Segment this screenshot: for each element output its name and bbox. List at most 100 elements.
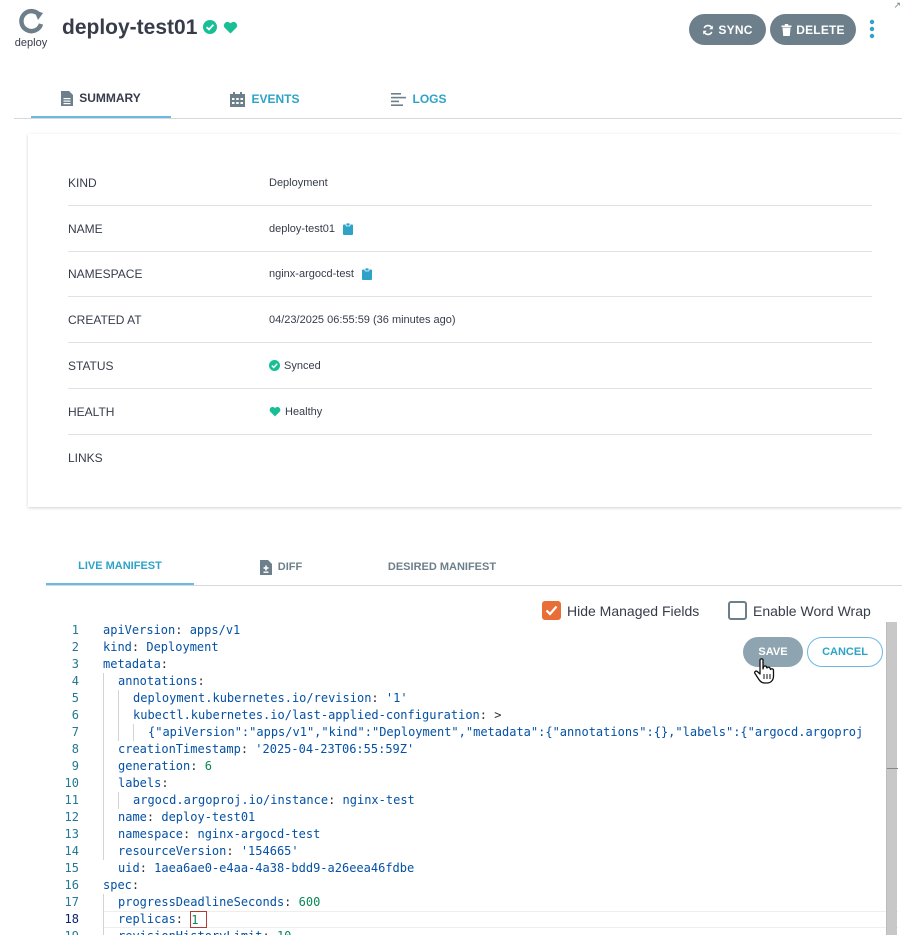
manifest-tabs: LIVE MANIFEST DIFF DESIRED MANIFEST [46, 549, 902, 586]
yaml-colon: : [371, 691, 386, 705]
word-wrap-checkbox[interactable] [728, 601, 747, 620]
code-line: kubectl.kubernetes.io/last-applied-confi… [133, 707, 501, 724]
line-number: 16 [64, 878, 79, 892]
summary-key: NAME [68, 221, 103, 236]
tab-summary[interactable]: SUMMARY [31, 80, 171, 118]
summary-key: CREATED AT [68, 312, 142, 327]
line-number: 10 [64, 776, 79, 790]
resource-header: deploy deploy-test01 SYNC DELETE ↗ [0, 0, 902, 60]
summary-row-created-at: CREATED AT 04/23/2025 06:55:59 (36 minut… [68, 297, 872, 343]
yaml-colon: : [175, 623, 190, 637]
synced-check-icon [269, 360, 280, 371]
yaml-colon: : [226, 844, 241, 858]
more-options-icon[interactable] [866, 18, 878, 40]
indent-guide [103, 894, 104, 935]
summary-row-name: NAME deploy-test01 [68, 206, 872, 252]
summary-card: KIND Deployment NAME deploy-test01 NAMES… [28, 134, 902, 507]
delete-button-label: DELETE [796, 22, 845, 37]
code-line: argocd.argoproj.io/instance: nginx-test [133, 792, 415, 809]
cancel-button-label: CANCEL [822, 646, 868, 658]
yaml-key: uid [118, 861, 140, 875]
tab-logs-label: LOGS [412, 92, 447, 106]
code-line: annotations: [118, 673, 205, 690]
tab-events-label: EVENTS [251, 92, 300, 106]
yaml-key: annotations [118, 674, 198, 688]
yaml-value: 1aea6ae0-e4aa-4a38-bdd9-a26eea46fdbe [154, 861, 415, 875]
yaml-key: revisionHistoryLimit [118, 929, 263, 935]
line-number: 1 [71, 623, 79, 637]
tab-summary-label: SUMMARY [79, 91, 141, 105]
tab-live-manifest-label: LIVE MANIFEST [78, 560, 162, 572]
line-number: 6 [71, 708, 79, 722]
clipboard-icon[interactable] [362, 267, 372, 280]
code-line: generation: 6 [118, 758, 212, 775]
summary-key: STATUS [68, 358, 114, 373]
healthy-heart-icon [223, 16, 238, 40]
hide-managed-fields-label: Hide Managed Fields [567, 602, 700, 619]
code-line: labels: [118, 775, 169, 792]
yaml-colon: : [139, 861, 155, 875]
summary-row-status: STATUS Synced [68, 343, 872, 389]
line-number-gutter: 12345678910111213141516171819 [28, 622, 88, 935]
yaml-value: deploy-test01 [161, 810, 256, 824]
hand-pointer-cursor-icon [754, 658, 775, 684]
cancel-button[interactable]: CANCEL [807, 637, 883, 667]
line-number: 3 [71, 657, 79, 671]
line-number: 18 [64, 912, 79, 926]
yaml-value: 6 [204, 759, 212, 773]
trash-icon [781, 23, 792, 36]
yaml-key: metadata [103, 657, 161, 671]
tab-desired-manifest[interactable]: DESIRED MANIFEST [366, 549, 518, 585]
code-line: metadata: [103, 656, 168, 673]
editor-scrollbar[interactable] [886, 622, 898, 935]
close-panel-icon[interactable]: ↗ [893, 0, 901, 11]
yaml-key: apiVersion [103, 623, 176, 637]
line-number: 5 [71, 691, 79, 705]
tab-logs[interactable]: LOGS [369, 80, 469, 118]
yaml-value: '2025-04-23T06:55:59Z' [255, 742, 415, 756]
tab-diff-label: DIFF [277, 561, 303, 573]
yaml-colon: : [284, 895, 299, 909]
summary-value: 04/23/2025 06:55:59 (36 minutes ago) [269, 313, 456, 326]
yaml-value: nginx-test [342, 793, 415, 807]
yaml-colon: : [175, 912, 191, 926]
clipboard-icon[interactable] [343, 222, 354, 235]
yaml-key: namespace [118, 827, 184, 841]
yaml-key: kubectl.kubernetes.io/last-applied-confi… [133, 708, 480, 722]
yaml-colon: : [263, 929, 277, 935]
summary-value: Healthy [285, 405, 323, 418]
summary-value: Deployment [269, 176, 328, 189]
line-number: 15 [64, 861, 79, 875]
line-number: 2 [71, 640, 79, 654]
code-area[interactable]: apiVersion: apps/v1 kind: Deployment metad… [103, 622, 898, 935]
file-diff-icon [259, 559, 272, 575]
hide-managed-fields-checkbox[interactable] [542, 601, 561, 620]
line-number: 13 [64, 827, 79, 841]
yaml-colon: : [240, 742, 256, 756]
tab-diff[interactable]: DIFF [241, 549, 321, 585]
hide-managed-fields-option[interactable]: Hide Managed Fields [542, 601, 699, 620]
sync-button[interactable]: SYNC [689, 14, 766, 45]
tab-live-manifest[interactable]: LIVE MANIFEST [46, 549, 194, 585]
summary-row-health: HEALTH Healthy [68, 389, 872, 435]
summary-value: deploy-test01 [269, 222, 336, 235]
line-number: 11 [64, 793, 79, 807]
indent-guide [133, 724, 134, 741]
yaml-colon: : [479, 708, 495, 722]
summary-key: HEALTH [68, 404, 115, 419]
yaml-key: generation [118, 759, 191, 773]
word-wrap-option[interactable]: Enable Word Wrap [728, 601, 871, 620]
resource-kind-label: deploy [14, 37, 48, 49]
delete-button[interactable]: DELETE [770, 14, 856, 45]
code-line: revisionHistoryLimit: 10 [118, 928, 291, 935]
yaml-key: argocd.argoproj.io/instance [133, 793, 329, 807]
tab-events[interactable]: EVENTS [210, 80, 320, 118]
yaml-key: creationTimestamp [118, 742, 241, 756]
yaml-value: '154665' [240, 844, 299, 858]
resource-title: deploy-test01 [62, 16, 238, 40]
line-number: 19 [28, 928, 79, 935]
tab-desired-manifest-label: DESIRED MANIFEST [387, 561, 497, 573]
yaml-key: resourceVersion [118, 844, 227, 858]
yaml-key: name [118, 810, 147, 824]
document-icon [61, 90, 74, 106]
